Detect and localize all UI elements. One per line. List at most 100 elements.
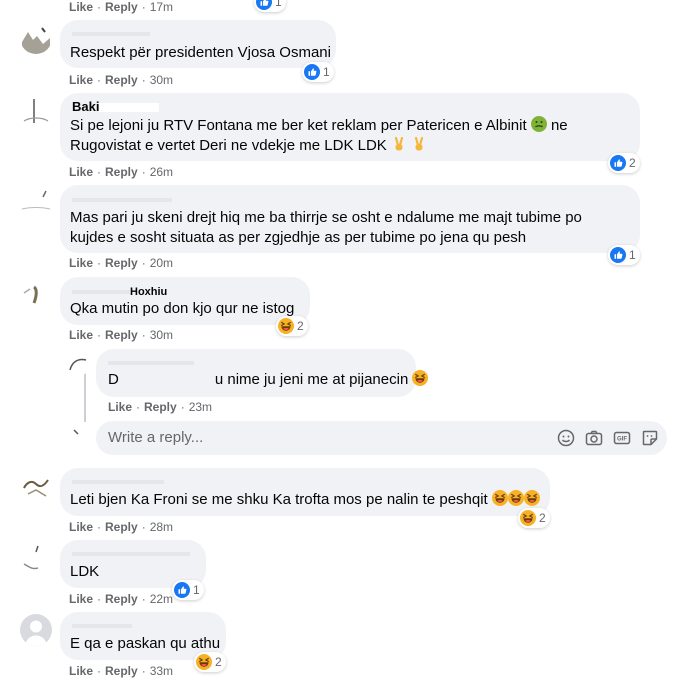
timestamp: 23m bbox=[188, 400, 213, 414]
like-reaction-icon bbox=[304, 64, 320, 80]
reply-link[interactable]: Reply bbox=[105, 592, 138, 606]
reaction-number: 2 bbox=[215, 655, 222, 669]
reply-link[interactable]: Reply bbox=[105, 256, 138, 270]
comment-text: LDK bbox=[70, 563, 100, 580]
comment-actions: Like · Reply · 30m bbox=[69, 73, 174, 87]
comment-author[interactable] bbox=[72, 545, 190, 560]
comment-text-line2: Rugovistat e vertet Deri ne vdekje me LD… bbox=[70, 136, 427, 156]
timestamp: 30m bbox=[149, 73, 174, 87]
reaction-count[interactable]: 1 bbox=[608, 245, 640, 265]
reaction-number: 2 bbox=[297, 319, 304, 333]
reaction-count[interactable]: 1 bbox=[302, 62, 334, 82]
comment-text: Si pe lejoni ju RTV Fontana me ber ket r… bbox=[70, 116, 568, 136]
avatar[interactable] bbox=[66, 352, 90, 376]
like-reaction-icon bbox=[610, 155, 626, 171]
nauseated-face-icon bbox=[530, 116, 547, 132]
timestamp: 33m bbox=[149, 664, 174, 678]
comment-text: Du nime ju jeni me at pijanecin bbox=[108, 370, 429, 390]
comment-author[interactable] bbox=[108, 354, 194, 369]
reaction-count[interactable]: 2 bbox=[276, 316, 308, 336]
victory-hand-icon bbox=[414, 136, 424, 152]
comment-author[interactable] bbox=[72, 25, 150, 40]
comment-text-line2: kujdes e sosht situata as per zgjedhje a… bbox=[70, 229, 527, 246]
like-link[interactable]: Like bbox=[69, 520, 93, 534]
timestamp: 26m bbox=[149, 165, 174, 179]
reply-link[interactable]: Reply bbox=[105, 0, 138, 14]
avatar[interactable] bbox=[20, 542, 52, 574]
comment-author[interactable]: Hoxhiu bbox=[72, 283, 167, 298]
avatar[interactable] bbox=[20, 614, 52, 646]
like-link[interactable]: Like bbox=[69, 165, 93, 179]
avatar[interactable] bbox=[20, 470, 52, 502]
reply-link[interactable]: Reply bbox=[105, 165, 138, 179]
comment-actions: Like · Reply · 26m bbox=[69, 165, 174, 179]
camera-icon[interactable] bbox=[585, 429, 603, 447]
like-link[interactable]: Like bbox=[69, 256, 93, 270]
sticker-icon[interactable] bbox=[641, 429, 659, 447]
like-link[interactable]: Like bbox=[108, 400, 132, 414]
gif-icon[interactable]: GIF bbox=[613, 429, 631, 447]
like-reaction-icon bbox=[174, 582, 190, 598]
comment-line: Leti bjen Ka Froni se me shku Ka trofta … bbox=[70, 491, 488, 508]
comment-line: ne bbox=[550, 117, 568, 134]
comment-line: Si pe lejoni ju RTV Fontana me ber ket r… bbox=[70, 117, 527, 134]
comment-actions: Like · Reply · 28m bbox=[69, 520, 174, 534]
like-reaction-icon bbox=[610, 247, 626, 263]
thread-line bbox=[84, 366, 86, 422]
comment-author[interactable] bbox=[72, 617, 132, 632]
reaction-count[interactable]: 1 bbox=[172, 580, 204, 600]
svg-text:GIF: GIF bbox=[617, 437, 627, 443]
haha-reaction-icon bbox=[523, 490, 540, 506]
timestamp: 17m bbox=[149, 0, 174, 14]
like-link[interactable]: Like bbox=[69, 73, 93, 87]
haha-reaction-icon bbox=[278, 318, 294, 334]
comment-prefix: D bbox=[108, 371, 119, 388]
reply-input[interactable]: Write a reply... GIF bbox=[96, 421, 667, 455]
smile-icon[interactable] bbox=[557, 429, 575, 447]
comment-actions: Like · Reply · 33m bbox=[69, 664, 174, 678]
avatar[interactable] bbox=[20, 187, 52, 219]
comment-actions: Like · Reply · 20m bbox=[69, 256, 174, 270]
avatar[interactable] bbox=[20, 95, 52, 127]
comment-actions: Like · Reply · 22m bbox=[69, 592, 174, 606]
reaction-count[interactable]: 1 bbox=[254, 0, 286, 12]
reply-link[interactable]: Reply bbox=[105, 73, 138, 87]
comment-author[interactable] bbox=[72, 191, 172, 206]
reply-link[interactable]: Reply bbox=[144, 400, 177, 414]
reaction-count[interactable]: 2 bbox=[194, 652, 226, 672]
avatar[interactable] bbox=[20, 279, 52, 311]
comment-author[interactable]: Baki bbox=[72, 99, 160, 114]
like-link[interactable]: Like bbox=[69, 592, 93, 606]
reaction-number: 1 bbox=[275, 0, 282, 9]
timestamp: 20m bbox=[149, 256, 174, 270]
reply-link[interactable]: Reply bbox=[105, 520, 138, 534]
avatar[interactable] bbox=[20, 22, 52, 54]
reaction-count[interactable]: 2 bbox=[518, 508, 550, 528]
comment-author[interactable] bbox=[72, 473, 164, 488]
comment-text: E qa e paskan qu athu bbox=[70, 635, 221, 652]
haha-reaction-icon bbox=[520, 510, 536, 526]
victory-hand-icon bbox=[394, 136, 404, 152]
reaction-count[interactable]: 2 bbox=[608, 153, 640, 173]
haha-reaction-icon bbox=[412, 370, 429, 386]
haha-reaction-icon bbox=[196, 654, 212, 670]
like-link[interactable]: Like bbox=[69, 0, 93, 14]
reaction-number: 1 bbox=[629, 248, 636, 262]
comment-line: Rugovistat e vertet Deri ne vdekje me LD… bbox=[70, 137, 387, 154]
reaction-number: 1 bbox=[323, 65, 330, 79]
reply-link[interactable]: Reply bbox=[105, 664, 138, 678]
like-link[interactable]: Like bbox=[69, 664, 93, 678]
timestamp: 28m bbox=[149, 520, 174, 534]
avatar bbox=[66, 426, 90, 450]
reply-link[interactable]: Reply bbox=[105, 328, 138, 342]
reaction-number: 2 bbox=[539, 511, 546, 525]
reaction-number: 2 bbox=[629, 156, 636, 170]
like-link[interactable]: Like bbox=[69, 328, 93, 342]
haha-reaction-icon bbox=[507, 490, 524, 506]
reaction-number: 1 bbox=[193, 583, 200, 597]
comment-text: Leti bjen Ka Froni se me shku Ka trofta … bbox=[70, 490, 540, 510]
comment-text: Respekt për presidenten Vjosa Osmani bbox=[70, 44, 331, 61]
comment-line: u nime ju jeni me at pijanecin bbox=[214, 371, 409, 388]
like-reaction-icon bbox=[256, 0, 272, 10]
comment-actions: Like · Reply · 17m bbox=[69, 0, 174, 14]
